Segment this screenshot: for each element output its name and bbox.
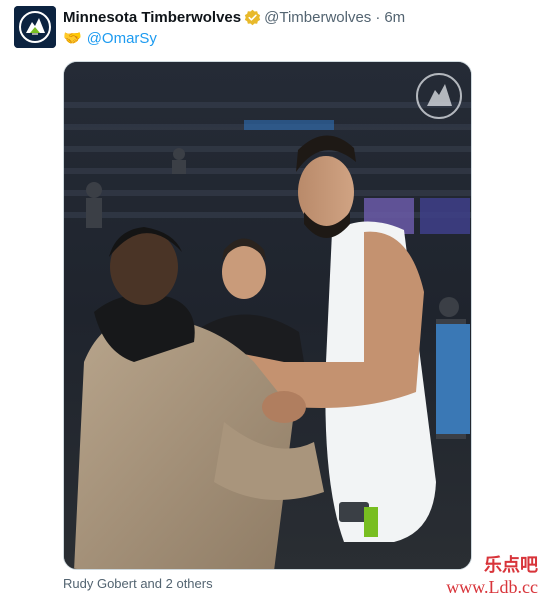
timestamp[interactable]: 6m	[384, 9, 405, 26]
photo-scene	[64, 62, 471, 569]
tagged-people[interactable]: Rudy Gobert and 2 others	[63, 576, 213, 591]
watermark-text: 乐点吧	[484, 555, 538, 576]
tweet-photo[interactable]	[63, 61, 472, 570]
author-name[interactable]: Minnesota Timberwolves	[63, 9, 241, 26]
avatar[interactable]	[14, 6, 56, 48]
verified-badge-icon[interactable]	[244, 9, 261, 26]
mention-link[interactable]: @OmarSy	[87, 30, 157, 47]
author-handle[interactable]: @Timberwolves	[264, 9, 371, 26]
timberwolves-logo-icon	[14, 6, 56, 48]
watermark-url: www.Ldb.cc	[446, 577, 538, 597]
separator-dot: ·	[375, 8, 381, 26]
tweet-text: 🤝 @OmarSy	[63, 29, 157, 48]
tweet: Minnesota Timberwolves @Timberwolves · 6…	[0, 0, 544, 600]
handshake-icon: 🤝	[63, 30, 82, 47]
watermark: 乐点吧 www.Ldb.cc	[446, 551, 538, 598]
tweet-header: Minnesota Timberwolves @Timberwolves · 6…	[63, 7, 405, 27]
